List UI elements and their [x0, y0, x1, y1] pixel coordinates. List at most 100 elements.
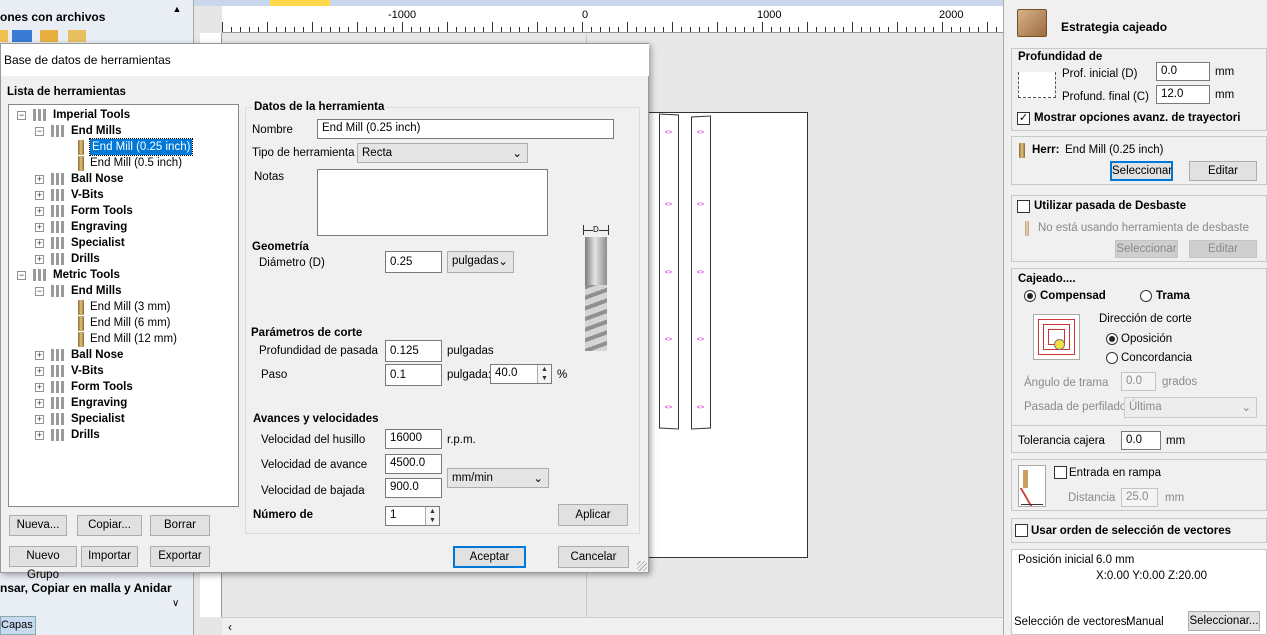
feed-rate-input[interactable]: 4500.0 — [385, 454, 442, 474]
tree-group-item[interactable]: + Ball Nose — [9, 171, 238, 187]
tree-group-item[interactable]: + Engraving — [9, 219, 238, 235]
ramp-distance-input[interactable]: 25.0 — [1121, 488, 1158, 507]
tree-group-item[interactable]: + Drills — [9, 251, 238, 267]
tool-group-icon — [33, 269, 47, 281]
expand-icon[interactable]: + — [35, 415, 44, 424]
tree-tool-item[interactable]: End Mill (3 mm) — [9, 299, 238, 315]
name-input[interactable]: End Mill (0.25 inch) — [317, 119, 614, 139]
collapse-icon[interactable]: − — [17, 111, 26, 120]
diameter-input[interactable]: 0.25 — [385, 251, 442, 273]
stepover-percent-input[interactable]: 40.0 ▲ ▼ — [490, 364, 552, 384]
delete-tool-button[interactable]: Borrar — [150, 515, 210, 536]
new-tool-button[interactable]: Nueva... — [9, 515, 67, 536]
collapse-icon[interactable]: − — [17, 271, 26, 280]
climb-radio[interactable] — [1106, 333, 1118, 345]
tree-tool-item[interactable]: End Mill (0.25 inch) — [9, 138, 238, 156]
tree-tool-item[interactable]: End Mill (12 mm) — [9, 331, 238, 347]
pass-depth-input[interactable]: 0.125 — [385, 340, 442, 362]
folder-icon[interactable] — [0, 30, 8, 42]
select-vectors-button[interactable]: Seleccionar... — [1188, 611, 1260, 631]
collapse-icon[interactable]: − — [35, 287, 44, 296]
tree-group-item[interactable]: + Ball Nose — [9, 347, 238, 363]
expand-icon[interactable]: + — [35, 255, 44, 264]
profile-pass-select[interactable]: Última ⌄ — [1124, 397, 1257, 418]
tree-group-item[interactable]: + Engraving — [9, 395, 238, 411]
tree-group-item[interactable]: + V-Bits — [9, 187, 238, 203]
tool-tree[interactable]: − Imperial Tools − End Mills End Mill (0.25 … — [8, 104, 239, 507]
ruler-tick — [510, 27, 511, 32]
tool-number-input[interactable]: 1 ▲ ▼ — [385, 506, 440, 526]
tree-group-item[interactable]: − Imperial Tools — [9, 107, 238, 123]
ok-button[interactable]: Aceptar — [453, 546, 526, 568]
import-button[interactable]: Importar — [81, 546, 138, 567]
tree-group-item[interactable]: + Specialist — [9, 411, 238, 427]
left-scroll-down[interactable]: ∨ — [172, 598, 179, 609]
notes-textarea[interactable] — [317, 169, 548, 236]
tree-tool-item[interactable]: End Mill (6 mm) — [9, 315, 238, 331]
save-icon[interactable] — [12, 30, 32, 42]
stepover-input[interactable]: 0.1 — [385, 364, 442, 386]
resize-grip-icon[interactable] — [637, 561, 647, 571]
spindle-speed-input[interactable]: 16000 — [385, 429, 442, 449]
expand-icon[interactable]: + — [35, 175, 44, 184]
tool-type-select[interactable]: Recta ⌄ — [357, 143, 528, 163]
select-roughing-button[interactable]: Seleccionar — [1115, 240, 1178, 258]
vector-order-checkbox[interactable] — [1015, 524, 1028, 537]
ruler-tick — [303, 27, 304, 32]
expand-icon[interactable]: + — [35, 383, 44, 392]
ruler-tick — [753, 27, 754, 32]
final-depth-input[interactable]: 12.0 — [1156, 85, 1210, 104]
cancel-button[interactable]: Cancelar — [558, 546, 629, 568]
expand-icon[interactable]: + — [35, 239, 44, 248]
expand-icon[interactable]: + — [35, 431, 44, 440]
export-icon[interactable] — [68, 30, 86, 42]
new-group-button[interactable]: Nuevo Grupo — [9, 546, 77, 581]
start-depth-input[interactable]: 0.0 — [1156, 62, 1210, 81]
left-scroll-up[interactable]: ▲ — [170, 4, 184, 20]
dialog-title-bar[interactable]: Base de datos de herramientas — [1, 44, 649, 76]
edit-roughing-button[interactable]: Editar — [1189, 240, 1257, 258]
roughing-checkbox[interactable] — [1017, 200, 1030, 213]
expand-icon[interactable]: + — [35, 399, 44, 408]
tree-group-item[interactable]: − End Mills — [9, 123, 238, 139]
expand-icon[interactable]: + — [35, 351, 44, 360]
raster-angle-input[interactable]: 0.0 — [1121, 372, 1156, 391]
select-tool-button[interactable]: Seleccionar — [1110, 161, 1173, 181]
apply-button[interactable]: Aplicar — [558, 504, 628, 526]
expand-icon[interactable]: + — [35, 207, 44, 216]
ramp-checkbox[interactable] — [1054, 466, 1067, 479]
feed-unit-select[interactable]: mm/min ⌄ — [447, 468, 549, 488]
ruler-tick — [627, 22, 628, 32]
expand-icon[interactable]: + — [35, 191, 44, 200]
expand-icon[interactable]: + — [35, 223, 44, 232]
tree-group-item[interactable]: + Form Tools — [9, 379, 238, 395]
edit-tool-button[interactable]: Editar — [1189, 161, 1257, 181]
tree-group-item[interactable]: + V-Bits — [9, 363, 238, 379]
tolerance-input[interactable]: 0.0 — [1121, 431, 1161, 450]
expand-icon[interactable]: + — [35, 367, 44, 376]
tree-group-item[interactable]: + Form Tools — [9, 203, 238, 219]
tree-group-item[interactable]: + Drills — [9, 427, 238, 443]
tree-group-item[interactable]: + Specialist — [9, 235, 238, 251]
offset-radio[interactable] — [1024, 290, 1036, 302]
plunge-rate-input[interactable]: 900.0 — [385, 478, 442, 498]
diameter-unit-select[interactable]: pulgadas ⌄ — [447, 251, 514, 273]
copy-tool-button[interactable]: Copiar... — [77, 515, 142, 536]
ruler-tick — [870, 27, 871, 32]
horizontal-scrollbar[interactable]: ‹ — [222, 617, 1004, 635]
tree-tool-item[interactable]: End Mill (0.5 inch) — [9, 155, 238, 171]
collapse-icon[interactable]: − — [35, 127, 44, 136]
scroll-left-icon[interactable]: ‹ — [228, 620, 232, 634]
layers-tab-label: Capas — [1, 619, 33, 631]
ruler-tick — [366, 27, 367, 32]
spinner-arrows-icon[interactable]: ▲ ▼ — [425, 507, 439, 525]
spinner-arrows-icon[interactable]: ▲ ▼ — [537, 365, 551, 383]
tree-group-item[interactable]: − Metric Tools — [9, 267, 238, 283]
tree-group-item[interactable]: − End Mills — [9, 283, 238, 299]
layers-tab[interactable]: Capas — [0, 616, 36, 635]
raster-radio[interactable] — [1140, 290, 1152, 302]
advanced-options-checkbox[interactable]: ✓ — [1017, 112, 1030, 125]
export-button[interactable]: Exportar — [150, 546, 210, 567]
conventional-radio[interactable] — [1106, 352, 1118, 364]
open-icon[interactable] — [40, 30, 58, 42]
